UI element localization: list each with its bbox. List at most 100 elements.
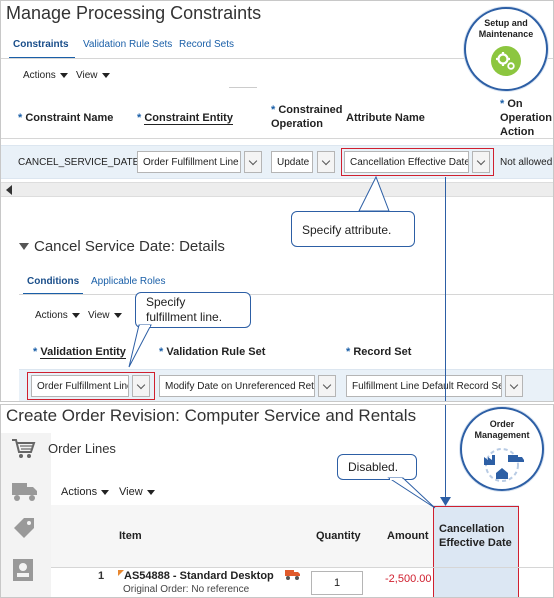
line-item-name[interactable]: AS54888 - Standard Desktop [124, 570, 274, 582]
caret-down-icon [71, 312, 80, 318]
actions-label: Actions [23, 70, 56, 81]
col-label: Constraint Name [25, 112, 114, 124]
col-label: Constraint Entity [144, 112, 233, 125]
details-title: Cancel Service Date: Details [34, 238, 225, 255]
chevron-down-icon [136, 380, 146, 389]
view-label: View [76, 70, 98, 81]
col-label-line1: Constrained [278, 104, 343, 116]
order-management-badge: Order Management [460, 407, 544, 491]
constrained-operation-select[interactable]: Update [271, 151, 313, 173]
constraint-entity-dropdown-button[interactable] [244, 151, 262, 173]
horizontal-scrollbar[interactable] [1, 182, 553, 197]
col-label-line1: On [507, 98, 523, 110]
col-label: Validation Entity [40, 346, 126, 359]
manage-processing-constraints-panel: Manage Processing Constraints Constraint… [0, 0, 554, 402]
quantity-input[interactable]: 1 [311, 571, 363, 595]
toolbar-separator [229, 87, 257, 88]
view-menu[interactable]: View [76, 70, 110, 81]
col-constrained-operation[interactable]: * Constrained Operation [271, 103, 343, 131]
specify-fulfillment-callout: Specify fulfillment line. [135, 292, 251, 328]
chevron-down-icon [322, 380, 332, 389]
on-operation-action-cell: Not allowed [500, 157, 553, 168]
badge-label: Order Management [474, 419, 529, 441]
scroll-left-icon[interactable] [6, 185, 12, 195]
actions-label: Actions [61, 486, 98, 498]
col-label: Validation Rule Set [166, 346, 266, 358]
line-amount: -2,500.00 [385, 573, 432, 585]
tab-applicable-roles[interactable]: Applicable Roles [91, 276, 166, 287]
col-label: Record Set [353, 346, 412, 358]
fulfillment-callout-pointer [128, 324, 152, 368]
tab-validation-rule-sets[interactable]: Validation Rule Sets [83, 39, 172, 50]
validation-entity-select[interactable]: Order Fulfillment Line [31, 375, 129, 397]
page-title: Manage Processing Constraints [6, 3, 262, 23]
attribute-name-select[interactable]: Cancellation Effective Date [344, 151, 469, 173]
chevron-down-icon [321, 156, 331, 165]
col-amount[interactable]: Amount [387, 529, 429, 543]
callout-joint [390, 478, 402, 480]
col-item[interactable]: Item [119, 529, 142, 543]
caret-down-icon [113, 312, 122, 318]
specify-attribute-callout: Specify attribute. [291, 211, 415, 247]
col-constraint-entity[interactable]: * Constraint Entity [137, 111, 233, 125]
actions-label: Actions [35, 310, 68, 321]
badge-label-line1: Setup and [484, 18, 528, 28]
tab-conditions[interactable]: Conditions [27, 276, 79, 287]
chevron-down-icon [509, 380, 519, 389]
view-label: View [119, 486, 143, 498]
col-attribute-name[interactable]: Attribute Name [346, 111, 425, 125]
view-label: View [88, 310, 110, 321]
caret-down-icon [59, 72, 68, 78]
col-record-set[interactable]: * Record Set [346, 345, 411, 359]
col-validation-entity[interactable]: * Validation Entity [33, 345, 126, 359]
disabled-callout: Disabled. [337, 454, 417, 480]
badge-label-line2: Maintenance [478, 29, 534, 39]
caret-down-icon [101, 489, 110, 495]
factory-truck-house-icon [484, 448, 524, 482]
col-validation-rule-set[interactable]: * Validation Rule Set [159, 345, 265, 359]
callout-line2: fulfillment line. [146, 310, 223, 324]
actions-menu[interactable]: Actions [23, 70, 68, 81]
tag-icon[interactable] [11, 515, 37, 541]
validation-rule-set-select[interactable]: Modify Date on Unreferenced Return [159, 375, 315, 397]
create-order-revision-panel: Create Order Revision: Computer Service … [0, 404, 554, 598]
tab-record-sets[interactable]: Record Sets [179, 39, 234, 50]
contact-card-icon[interactable] [11, 557, 35, 583]
constraint-entity-select[interactable]: Order Fulfillment Line [137, 151, 241, 173]
order-lines-view-menu[interactable]: View [119, 486, 155, 498]
col-constraint-name[interactable]: * Constraint Name [18, 111, 113, 125]
tab-constraints[interactable]: Constraints [13, 39, 69, 50]
constrained-operation-dropdown-button[interactable] [317, 151, 335, 173]
record-set-dropdown-button[interactable] [505, 375, 523, 397]
col-on-operation-action[interactable]: * On Operation Action [500, 97, 552, 139]
connector-line [445, 405, 446, 503]
callout-joint [140, 325, 150, 327]
col-label-line2: Operation [271, 118, 323, 130]
grid-header-divider [51, 567, 553, 568]
line-number: 1 [98, 570, 105, 582]
cancellation-highlight-box [433, 506, 519, 597]
details-actions-menu[interactable]: Actions [35, 310, 80, 321]
header-divider [1, 138, 553, 139]
truck-icon[interactable] [11, 479, 39, 503]
callout-joint [375, 212, 398, 214]
collapse-triangle-icon[interactable] [19, 243, 29, 250]
cart-icon[interactable] [10, 437, 36, 459]
attribute-name-dropdown-button[interactable] [472, 151, 490, 173]
col-label-line2: Operation [500, 112, 552, 124]
constraint-name-cell: CANCEL_SERVICE_DATE [18, 157, 140, 168]
original-order-text: Original Order: No reference [123, 584, 250, 595]
arrow-head-icon [440, 497, 451, 506]
order-lines-heading: Order Lines [48, 441, 116, 456]
badge-label: Setup and Maintenance [479, 18, 534, 40]
col-quantity[interactable]: Quantity [316, 529, 361, 543]
order-lines-actions-menu[interactable]: Actions [61, 486, 110, 498]
validation-rule-set-dropdown-button[interactable] [318, 375, 336, 397]
caret-down-icon [101, 72, 110, 78]
record-set-select[interactable]: Fulfillment Line Default Record Set [346, 375, 502, 397]
gears-icon [491, 46, 521, 76]
validation-entity-dropdown-button[interactable] [132, 375, 150, 397]
details-view-menu[interactable]: View [88, 310, 122, 321]
col-label-line3: Action [500, 126, 535, 138]
subtab-divider [19, 294, 553, 295]
